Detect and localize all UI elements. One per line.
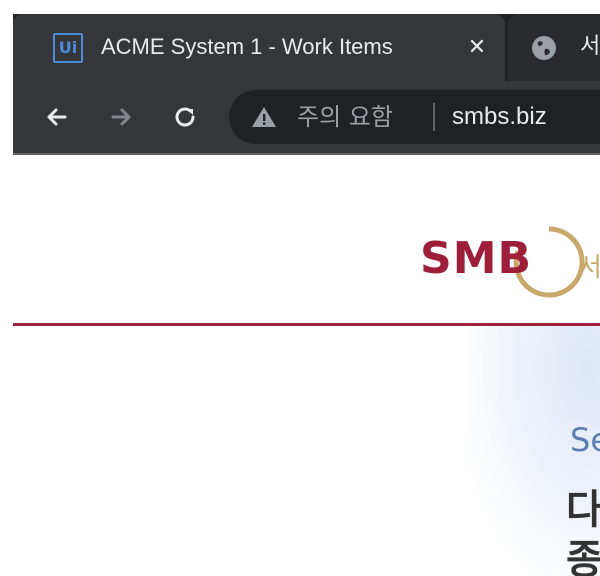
toolbar: 주의 요함 smbs.biz (13, 81, 600, 153)
tab-strip: Ui ACME System 1 - Work Items ✕ 서 (13, 14, 600, 81)
uipath-icon: Ui (53, 33, 83, 63)
arrow-left-icon[interactable] (37, 97, 77, 137)
browser-chrome: Ui ACME System 1 - Work Items ✕ 서 주의 요함 … (13, 0, 600, 155)
warning-triangle-icon[interactable] (251, 105, 277, 129)
site-logo[interactable]: SMB 서 (420, 223, 600, 303)
reload-icon[interactable] (165, 97, 205, 137)
address-bar[interactable]: 주의 요함 smbs.biz (229, 90, 600, 144)
tab-inactive[interactable]: 서 (508, 14, 600, 81)
tab-title: 서 (580, 34, 600, 59)
logo-text: SMB (420, 233, 533, 284)
omnibox-separator (433, 103, 435, 131)
tab-title: ACME System 1 - Work Items (101, 34, 393, 59)
hero-subtitle: Se (570, 421, 600, 459)
left-gutter (0, 0, 13, 155)
web-page: SMB 서 Se 다 종 (0, 155, 600, 576)
url-text[interactable]: smbs.biz (452, 100, 547, 134)
tab-active[interactable]: Ui ACME System 1 - Work Items ✕ (13, 14, 505, 81)
hero-heading-line2: 종 (566, 537, 600, 576)
close-icon[interactable]: ✕ (463, 34, 491, 62)
globe-icon (532, 36, 556, 60)
arrow-right-icon[interactable] (101, 97, 141, 137)
security-warning-label[interactable]: 주의 요함 (297, 100, 393, 134)
logo-korean-text: 서 (578, 253, 600, 283)
